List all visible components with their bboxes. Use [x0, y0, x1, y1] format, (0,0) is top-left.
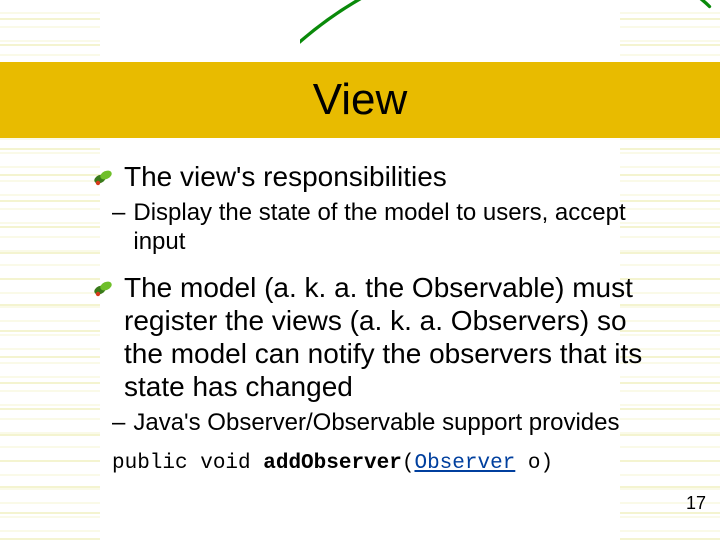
sub-bullet-item: – Java's Observer/Observable support pro… [112, 409, 660, 438]
title-band: View [0, 62, 720, 138]
code-param-type: Observer [414, 452, 515, 475]
bullet-text: The model (a. k. a. the Observable) must… [124, 271, 660, 403]
sub-bullet-text: Java's Observer/Observable support provi… [133, 409, 619, 438]
slide-title: View [313, 75, 408, 125]
sub-bullet-text: Display the state of the model to users,… [133, 199, 660, 257]
dash-icon: – [112, 409, 125, 438]
code-rest: o) [515, 452, 553, 475]
code-method: addObserver [263, 452, 402, 475]
page-number: 17 [686, 493, 706, 514]
code-snippet: public void addObserver(Observer o) [112, 452, 660, 475]
bullet-item: The model (a. k. a. the Observable) must… [92, 271, 660, 403]
bullet-item: The view's responsibilities [92, 160, 660, 193]
leaf-bullet-icon [92, 277, 114, 299]
sub-bullet-item: – Display the state of the model to user… [112, 199, 660, 257]
bullet-text: The view's responsibilities [124, 160, 447, 193]
code-prefix: public void [112, 452, 263, 475]
slide-header: View [0, 0, 720, 128]
code-open-paren: ( [402, 452, 415, 475]
dash-icon: – [112, 199, 125, 257]
slide-content: The view's responsibilities – Display th… [0, 128, 720, 475]
leaf-bullet-icon [92, 166, 114, 188]
